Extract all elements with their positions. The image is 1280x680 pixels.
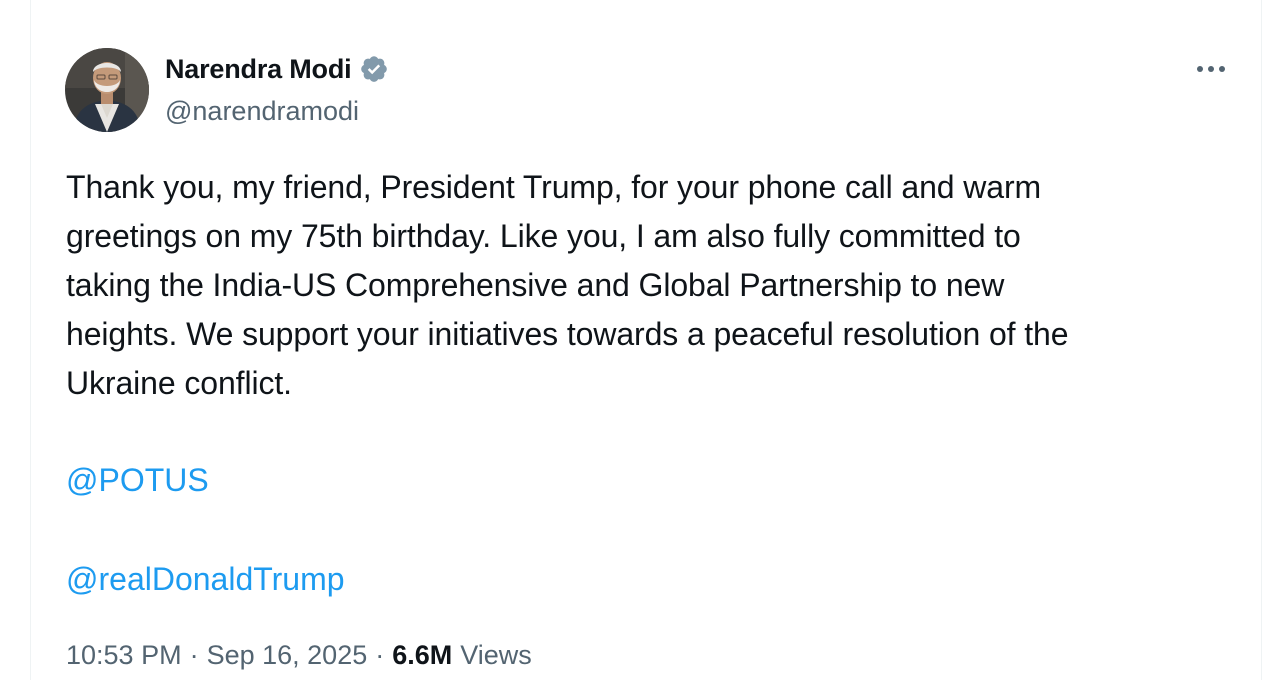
more-options-icon — [1197, 66, 1225, 72]
tweet-date[interactable]: Sep 16, 2025 — [207, 640, 368, 671]
meta-separator: · — [189, 640, 199, 670]
views-count[interactable]: 6.6M — [392, 640, 452, 671]
tweet-text: Thank you, my friend, President Trump, f… — [66, 169, 1069, 401]
verified-badge-icon[interactable] — [359, 54, 389, 84]
avatar[interactable] — [65, 48, 149, 132]
author-name-row: Narendra Modi — [165, 52, 389, 86]
tweet-time[interactable]: 10:53 PM — [66, 640, 182, 671]
author-handle[interactable]: @narendramodi — [165, 96, 359, 127]
meta-separator: · — [375, 640, 385, 670]
tweet-card: Narendra Modi @narendramodi Thank you, m… — [30, 0, 1262, 680]
avatar-image — [65, 48, 149, 132]
tweet-meta: 10:53 PM · Sep 16, 2025 · 6.6M Views — [66, 640, 532, 671]
author-display-name[interactable]: Narendra Modi — [165, 54, 352, 85]
mention-link-potus[interactable]: @POTUS — [66, 460, 209, 500]
mention-link-realdonaldtrump[interactable]: @realDonaldTrump — [66, 559, 345, 599]
views-label: Views — [460, 640, 532, 670]
more-options-button[interactable] — [1189, 52, 1233, 86]
